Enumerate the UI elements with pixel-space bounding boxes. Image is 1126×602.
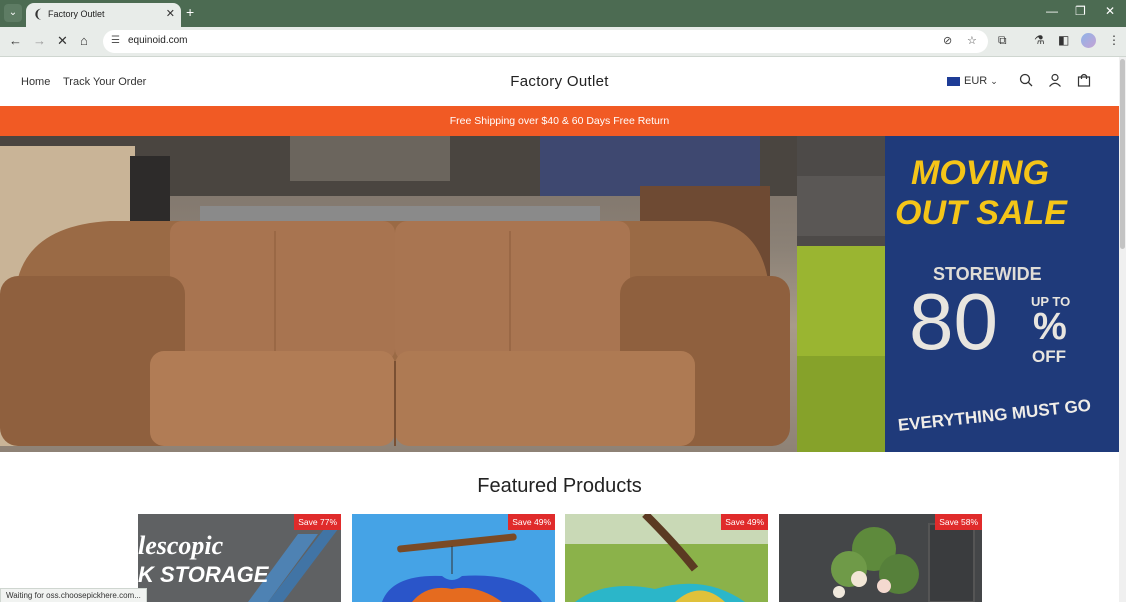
tab-close-icon[interactable]: ✕ <box>166 7 175 20</box>
sale-sign-line2: OUT SALE <box>895 194 1067 232</box>
percent-sign: % <box>1033 306 1067 348</box>
product-card[interactable]: Save 58% <box>779 514 982 602</box>
browser-status-bar: Waiting for oss.choosepickhere.com... <box>0 588 147 602</box>
chevron-down-icon: ⌄ <box>990 76 998 86</box>
browser-tab-bar: ⌄ ❨ Factory Outlet ✕ + — ❐ ✕ <box>0 0 1126 27</box>
loading-spinner-icon: ❨ <box>33 7 44 21</box>
tab-title: Factory Outlet <box>48 9 105 19</box>
minimize-icon[interactable]: — <box>1046 4 1058 18</box>
discount-badge: Save 77% <box>294 514 341 530</box>
site-info-icon[interactable]: ☰ <box>111 35 120 46</box>
featured-products-heading: Featured Products <box>477 475 642 497</box>
announcement-banner: Free Shipping over $40 & 60 Days Free Re… <box>0 106 1119 136</box>
scrollbar-thumb[interactable] <box>1120 59 1125 249</box>
currency-label: EUR <box>964 75 988 87</box>
product-card[interactable]: Save 49% <box>565 514 768 602</box>
restore-icon[interactable]: ❐ <box>1075 4 1086 18</box>
new-tab-icon[interactable]: + <box>186 4 194 20</box>
profile-avatar[interactable] <box>1081 33 1096 48</box>
product-card[interactable]: Save 49% <box>352 514 555 602</box>
browser-tab[interactable]: ❨ Factory Outlet ✕ <box>26 3 181 27</box>
tab-search-icon[interactable]: ⌄ <box>4 4 22 22</box>
search-icon[interactable] <box>1019 73 1033 90</box>
eu-flag-icon <box>947 76 960 86</box>
discount-badge: Save 49% <box>721 514 768 530</box>
discount-badge: Save 49% <box>508 514 555 530</box>
bookmark-star-icon[interactable]: ☆ <box>967 34 977 47</box>
page-scrollbar[interactable] <box>1119 57 1126 602</box>
sale-sign: MOVING OUT SALE STOREWIDE 80 UP TO % OFF… <box>885 136 1119 452</box>
close-window-icon[interactable]: ✕ <box>1105 4 1115 18</box>
hero-sofa-photo <box>0 136 797 452</box>
forward-icon[interactable]: → <box>33 33 46 48</box>
product-image-text: lescopic K STORAGE <box>138 531 269 588</box>
address-bar[interactable]: ☰ equinoid.com ⊘ ☆ <box>103 30 988 53</box>
browser-toolbar: ← → ✕ ⌂ ☰ equinoid.com ⊘ ☆ ⧉ ⚗ ◧ ⋮ <box>0 27 1126 57</box>
back-icon[interactable]: ← <box>9 33 22 48</box>
sale-sign-line1: MOVING <box>911 154 1049 192</box>
side-panel-icon[interactable]: ◧ <box>1058 33 1069 47</box>
menu-icon[interactable]: ⋮ <box>1108 33 1120 47</box>
account-icon[interactable] <box>1048 73 1062 90</box>
url-text[interactable]: equinoid.com <box>128 35 187 46</box>
percent-number: 80 <box>909 277 998 366</box>
labs-icon[interactable]: ⚗ <box>1034 33 1045 47</box>
stop-loading-icon[interactable]: ✕ <box>57 33 68 49</box>
home-icon[interactable]: ⌂ <box>80 33 88 48</box>
everything-must-go-text: EVERYTHING MUST GO <box>897 395 1092 435</box>
hero-sale-photo: MOVING OUT SALE STOREWIDE 80 UP TO % OFF… <box>797 136 1119 452</box>
cart-icon[interactable] <box>1077 73 1091 90</box>
eye-off-icon[interactable]: ⊘ <box>943 34 952 47</box>
hero-banner[interactable]: MOVING OUT SALE STOREWIDE 80 UP TO % OFF… <box>0 136 1119 452</box>
discount-badge: Save 58% <box>935 514 982 530</box>
extensions-icon[interactable]: ⧉ <box>998 33 1007 48</box>
currency-selector[interactable]: EUR ⌄ <box>947 75 998 87</box>
product-card[interactable]: lescopic K STORAGE Save 77% <box>138 514 341 602</box>
site-header: Home Track Your Order Factory Outlet EUR… <box>0 57 1119 106</box>
off-text: OFF <box>1032 347 1066 366</box>
